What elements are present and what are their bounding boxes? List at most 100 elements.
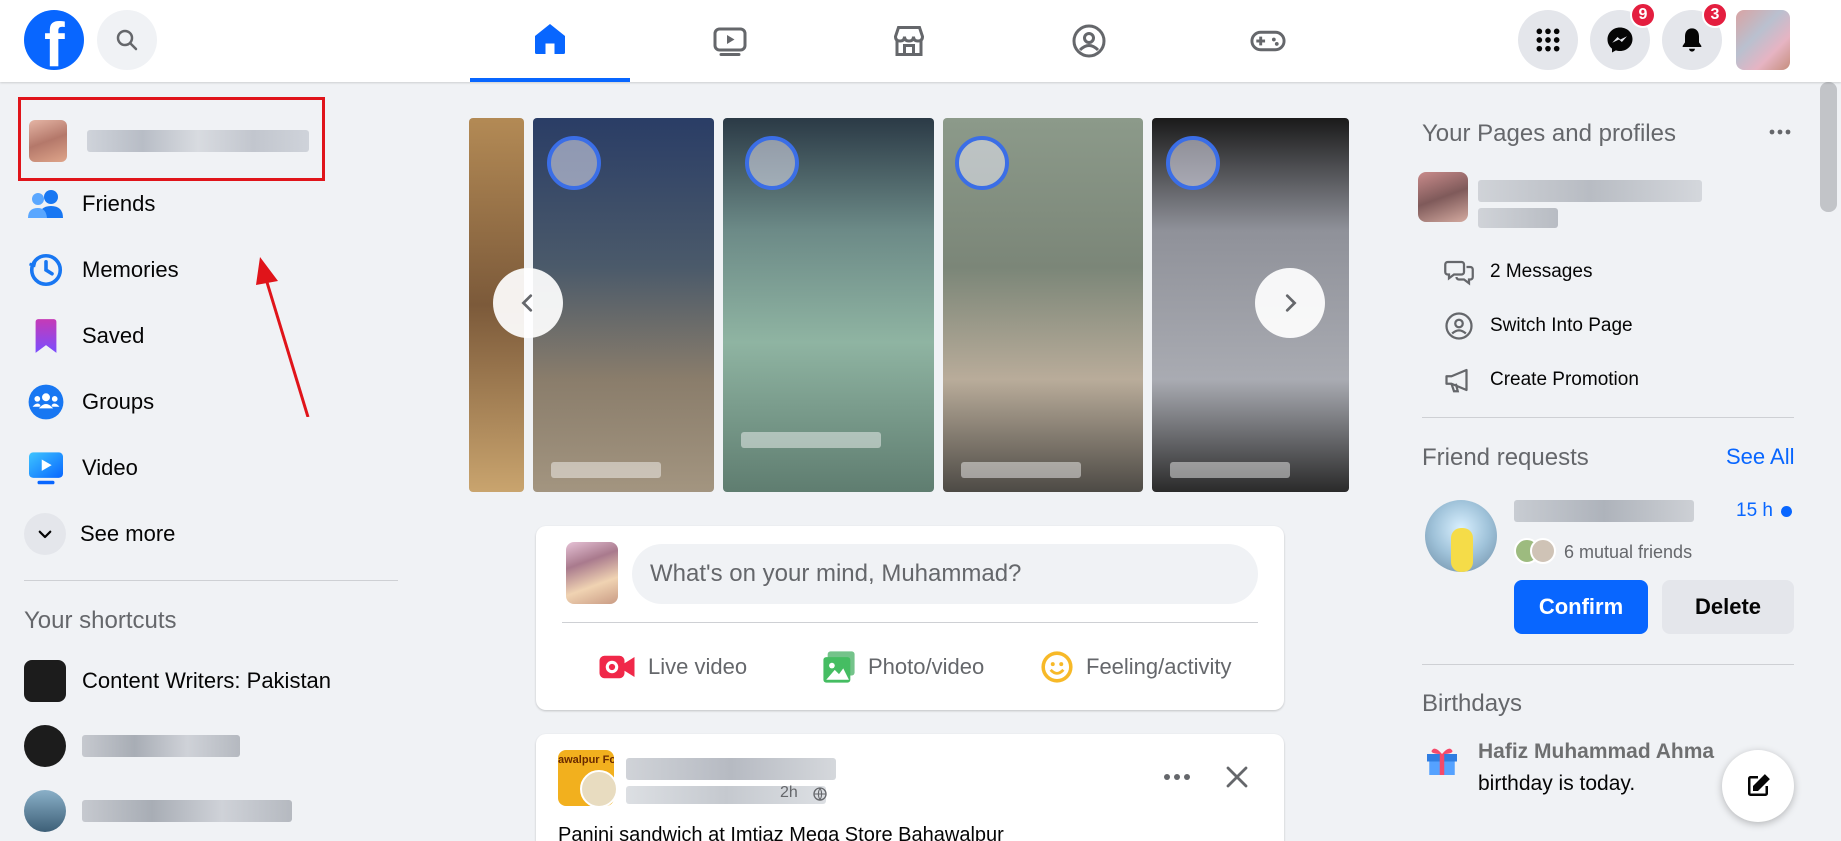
switch-into-page-link[interactable]: Switch Into Page: [1444, 306, 1633, 346]
shortcut-avatar: [24, 790, 66, 832]
friend-request-time-label: 15 h: [1736, 500, 1773, 521]
logo-letter: f: [44, 11, 65, 80]
messenger-badge: 9: [1630, 2, 1656, 28]
post-composer: What's on your mind, Muhammad? Live vide…: [536, 526, 1284, 710]
friend-request-avatar[interactable]: [1425, 500, 1497, 572]
photo-icon: [823, 651, 855, 683]
stories-next-button[interactable]: [1255, 268, 1325, 338]
birthday-person-name[interactable]: Hafiz Muhammad Ahma: [1478, 740, 1714, 764]
new-message-button[interactable]: [1722, 750, 1794, 822]
top-navigation-bar: f 9 3: [0, 0, 1841, 82]
messenger-button[interactable]: 9: [1590, 2, 1656, 70]
shortcut-avatar: [24, 725, 66, 767]
post-author-blurred[interactable]: [626, 758, 836, 780]
tab-groups[interactable]: [1009, 0, 1169, 82]
page-avatar[interactable]: [1418, 172, 1468, 222]
post-user-avatar[interactable]: [580, 770, 618, 808]
shortcut-item[interactable]: Content Writers: Pakistan: [24, 658, 331, 704]
sidebar-item-saved[interactable]: Saved: [24, 311, 144, 361]
notifications-button[interactable]: 3: [1662, 2, 1728, 70]
post-options-button[interactable]: [1156, 756, 1198, 798]
feeling-activity-label: Feeling/activity: [1086, 654, 1232, 679]
stories-prev-button[interactable]: [493, 268, 563, 338]
tab-video[interactable]: [650, 0, 810, 82]
menu-button[interactable]: [1518, 10, 1578, 70]
story-name-blurred: [741, 432, 881, 448]
create-promotion-link[interactable]: Create Promotion: [1444, 360, 1639, 400]
post-text: Panini sandwich at Imtiaz Mega Store Bah…: [558, 824, 1004, 841]
tab-marketplace[interactable]: [829, 0, 989, 82]
scrollbar-thumb[interactable]: [1820, 82, 1837, 212]
story-card[interactable]: [723, 118, 934, 492]
stories-carousel: [469, 110, 1349, 492]
tab-home[interactable]: [470, 0, 630, 82]
sidebar-item-label: Video: [82, 455, 138, 480]
chevron-down-icon: [24, 513, 66, 555]
composer-input[interactable]: What's on your mind, Muhammad?: [632, 544, 1258, 604]
search-icon: [116, 29, 138, 51]
megaphone-icon: [1445, 368, 1468, 393]
post-hide-button[interactable]: [1216, 756, 1258, 798]
shortcut-item[interactable]: [24, 723, 240, 769]
annotation-arrow: [256, 257, 310, 417]
page-messages-link[interactable]: 2 Messages: [1444, 252, 1592, 292]
birthdays-title: Birthdays: [1422, 690, 1523, 717]
composer-avatar: [566, 542, 618, 604]
friend-request-name-blurred[interactable]: [1514, 500, 1694, 522]
shortcut-label-blurred: [82, 735, 240, 757]
groups-icon: [24, 380, 68, 424]
see-all-link[interactable]: See All: [1726, 444, 1795, 470]
more-horizontal-icon: [1164, 774, 1190, 780]
page-name-blurred: [1478, 208, 1558, 228]
composer-divider: [562, 622, 1258, 623]
post-time[interactable]: 2h: [780, 784, 798, 802]
post-avatar-text: awalpur Food: [558, 754, 614, 766]
sidebar-item-label: Memories: [82, 257, 179, 282]
photo-video-button[interactable]: Photo/video: [822, 642, 984, 692]
pages-options-button[interactable]: [1762, 118, 1798, 146]
sidebar-divider: [24, 580, 398, 581]
globe-icon: [813, 787, 827, 802]
tab-gaming[interactable]: [1188, 0, 1348, 82]
facebook-logo[interactable]: f: [24, 10, 84, 80]
create-promotion-label: Create Promotion: [1490, 369, 1639, 390]
chat-bubbles-icon: [1444, 260, 1474, 286]
switch-profile-icon: [1445, 312, 1473, 340]
gift-icon: [1427, 748, 1457, 775]
video-icon: [713, 27, 747, 56]
story-name-blurred: [961, 462, 1081, 478]
live-video-icon: [599, 655, 635, 679]
account-avatar[interactable]: [1736, 10, 1790, 70]
shortcuts-title: Your shortcuts: [24, 607, 177, 634]
feeling-activity-button[interactable]: Feeling/activity: [1040, 642, 1232, 692]
mutual-friends-count[interactable]: 6 mutual friends: [1564, 542, 1692, 563]
unread-dot: [1780, 505, 1792, 517]
smiley-icon: [1041, 651, 1073, 683]
birthday-text: birthday is today.: [1478, 772, 1636, 795]
messenger-icon: [1607, 27, 1633, 53]
sidebar-item-groups[interactable]: Groups: [24, 377, 154, 427]
live-video-label: Live video: [648, 654, 748, 679]
story-card[interactable]: [943, 118, 1143, 492]
profile-shortcut[interactable]: [18, 97, 325, 181]
story-avatar: [745, 136, 799, 190]
sidebar-item-video[interactable]: Video: [24, 443, 138, 493]
search-button[interactable]: [97, 10, 157, 70]
shortcut-label: Content Writers: Pakistan: [82, 668, 332, 693]
notifications-badge: 3: [1702, 2, 1728, 28]
sidebar-item-memories[interactable]: Memories: [24, 245, 179, 295]
sidebar-see-more[interactable]: See more: [24, 509, 175, 559]
delete-button[interactable]: Delete: [1662, 580, 1794, 634]
story-avatar: [955, 136, 1009, 190]
page-name-blurred[interactable]: [1478, 180, 1702, 202]
sidebar-item-friends[interactable]: Friends: [24, 179, 155, 229]
confirm-button[interactable]: Confirm: [1514, 580, 1648, 634]
more-horizontal-icon: [1769, 129, 1791, 135]
sidebar-item-label: Friends: [82, 191, 156, 216]
story-avatar: [547, 136, 601, 190]
shortcut-item[interactable]: [24, 788, 292, 834]
chevron-left-icon: [521, 294, 533, 312]
groups-icon: [1072, 24, 1106, 58]
right-divider: [1422, 664, 1794, 665]
live-video-button[interactable]: Live video: [598, 642, 747, 692]
